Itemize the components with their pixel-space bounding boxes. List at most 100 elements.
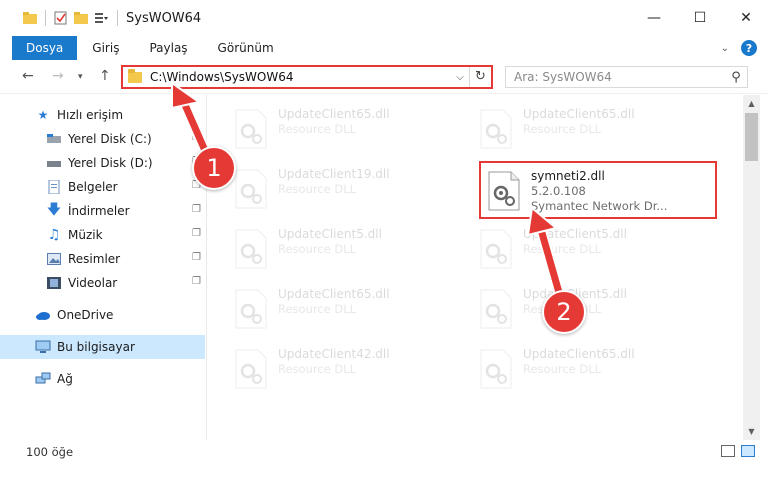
- dll-file-icon: [234, 109, 268, 149]
- search-box[interactable]: ⚲: [505, 66, 748, 88]
- file-name: UpdateClient65.dll: [278, 287, 390, 301]
- window-controls: — ☐ ✕: [631, 0, 769, 36]
- sidebar-item-label: OneDrive: [57, 308, 114, 322]
- file-tile[interactable]: UpdateClient42.dll Resource DLL: [208, 341, 433, 397]
- ribbon-tabs: Dosya Giriş Paylaş Görünüm ⌄ ?: [0, 36, 769, 60]
- sidebar-item-label: Müzik: [68, 228, 103, 242]
- drive-icon: [46, 155, 62, 171]
- item-count: 100 öğe: [26, 445, 74, 459]
- file-description: Resource DLL: [278, 242, 357, 256]
- minimize-button[interactable]: —: [631, 0, 677, 36]
- refresh-icon[interactable]: ↻: [469, 67, 491, 87]
- sidebar-item-label: Belgeler: [68, 180, 118, 194]
- file-tile[interactable]: UpdateClient19.dll Resource DLL: [208, 161, 433, 217]
- sidebar-item-quick-access[interactable]: ★ Hızlı erişim: [0, 103, 205, 127]
- network-icon: [35, 371, 51, 387]
- up-arrow-icon[interactable]: ↑: [99, 68, 111, 84]
- help-icon[interactable]: ?: [741, 40, 757, 56]
- title-divider: [117, 10, 118, 26]
- properties-icon[interactable]: [53, 10, 69, 26]
- dll-file-icon: [234, 229, 268, 269]
- annotation-badge-2: 2: [542, 290, 586, 334]
- recent-locations-icon[interactable]: ▾: [78, 72, 83, 82]
- document-icon: [46, 179, 62, 195]
- details-view-icon[interactable]: [721, 445, 735, 457]
- customize-toolbar-icon[interactable]: [93, 10, 109, 26]
- back-arrow-icon[interactable]: ←: [22, 68, 34, 84]
- search-input[interactable]: [506, 70, 725, 84]
- scroll-up-arrow-icon[interactable]: ▲: [743, 95, 760, 112]
- quick-access-toolbar: [22, 10, 109, 26]
- file-description: Resource DLL: [278, 122, 357, 136]
- search-icon[interactable]: ⚲: [725, 70, 747, 85]
- file-description: Resource DLL: [278, 182, 357, 196]
- title-bar: SysWOW64 — ☐ ✕: [0, 0, 769, 36]
- vertical-scrollbar[interactable]: ▲ ▼: [743, 95, 760, 440]
- file-tile[interactable]: UpdateClient65.dll Resource DLL: [453, 341, 678, 397]
- file-description: Symantec Network Dr...: [531, 199, 668, 213]
- drive-icon: [46, 131, 62, 147]
- music-note-icon: ♫: [47, 227, 61, 243]
- pin-icon[interactable]: ❐: [192, 252, 201, 263]
- tab-home[interactable]: Giriş: [77, 36, 134, 60]
- pin-icon[interactable]: ❐: [192, 276, 201, 287]
- tab-share[interactable]: Paylaş: [134, 36, 202, 60]
- tiles-view-icon[interactable]: [741, 445, 755, 457]
- address-path[interactable]: C:\Windows\SysWOW64: [150, 70, 451, 84]
- dll-file-icon: [479, 349, 513, 389]
- file-tile[interactable]: UpdateClient65.dll Resource DLL: [208, 281, 433, 337]
- film-icon: [46, 275, 62, 291]
- navigation-pane: ★ Hızlı erişim Yerel Disk (C:) ❐ Yerel D…: [0, 95, 207, 440]
- expand-ribbon-icon[interactable]: ⌄: [721, 43, 729, 54]
- file-tile[interactable]: UpdateClient5.dllResource DLL: [453, 221, 678, 277]
- pin-icon[interactable]: ❐: [192, 132, 201, 143]
- folder-icon[interactable]: [22, 10, 38, 26]
- file-tile-highlighted[interactable]: symneti2.dll 5.2.0.108 Symantec Network …: [479, 161, 717, 219]
- file-name: UpdateClient42.dll: [278, 347, 390, 361]
- sidebar-item-network[interactable]: Ağ: [0, 367, 205, 391]
- file-version: 5.2.0.108: [531, 184, 586, 198]
- sidebar-item-label: Yerel Disk (C:): [68, 132, 152, 146]
- forward-arrow-icon[interactable]: →: [52, 68, 64, 84]
- file-tile[interactable]: UpdateClient5.dllResource DLL: [208, 221, 433, 277]
- picture-icon: [46, 251, 62, 267]
- new-folder-icon[interactable]: [73, 10, 89, 26]
- pin-icon[interactable]: ❐: [192, 228, 201, 239]
- dll-file-icon: [234, 169, 268, 209]
- sidebar-item-local-disk-c[interactable]: Yerel Disk (C:) ❐: [0, 127, 205, 151]
- sidebar-item-downloads[interactable]: 🡇 İndirmeler ❐: [0, 199, 205, 223]
- tab-file[interactable]: Dosya: [12, 36, 78, 60]
- view-toggle-group: [721, 445, 755, 457]
- scroll-down-arrow-icon[interactable]: ▼: [743, 423, 760, 440]
- sidebar-item-videos[interactable]: Videolar ❐: [0, 271, 205, 295]
- download-arrow-icon: 🡇: [46, 202, 62, 218]
- sidebar-item-local-disk-d[interactable]: Yerel Disk (D:) ❐: [0, 151, 205, 175]
- file-name: UpdateClient19.dll: [278, 167, 390, 181]
- file-name: UpdateClient65.dll: [523, 107, 635, 121]
- annotation-badge-1: 1: [192, 146, 236, 190]
- computer-icon: [35, 339, 51, 355]
- chevron-down-icon[interactable]: ⌵: [451, 72, 469, 83]
- file-name: UpdateClient65.dll: [278, 107, 390, 121]
- file-description: Resource DLL: [523, 122, 602, 136]
- pin-icon[interactable]: ❐: [192, 204, 201, 215]
- window-title: SysWOW64: [126, 10, 202, 26]
- sidebar-item-onedrive[interactable]: OneDrive: [0, 303, 205, 327]
- file-description: Resource DLL: [278, 362, 357, 376]
- sidebar-item-label: Bu bilgisayar: [57, 340, 135, 354]
- close-button[interactable]: ✕: [723, 0, 769, 36]
- address-bar[interactable]: C:\Windows\SysWOW64 ⌵ ↻: [121, 65, 493, 89]
- file-tile[interactable]: UpdateClient65.dll Resource DLL: [208, 101, 433, 157]
- sidebar-item-music[interactable]: ♫ Müzik ❐: [0, 223, 205, 247]
- tab-view[interactable]: Görünüm: [203, 36, 289, 60]
- sidebar-item-documents[interactable]: Belgeler ❐: [0, 175, 205, 199]
- sidebar-item-this-pc[interactable]: Bu bilgisayar: [0, 335, 205, 359]
- file-tile[interactable]: UpdateClient65.dll Resource DLL: [453, 101, 678, 157]
- maximize-button[interactable]: ☐: [677, 0, 723, 36]
- file-name: UpdateClient5.dll: [523, 227, 627, 241]
- sidebar-item-pictures[interactable]: Resimler ❐: [0, 247, 205, 271]
- toolbar-divider: [45, 10, 46, 26]
- sidebar-item-label: Resimler: [68, 252, 121, 266]
- sidebar-item-label: Hızlı erişim: [57, 108, 124, 122]
- scroll-thumb[interactable]: [745, 113, 758, 161]
